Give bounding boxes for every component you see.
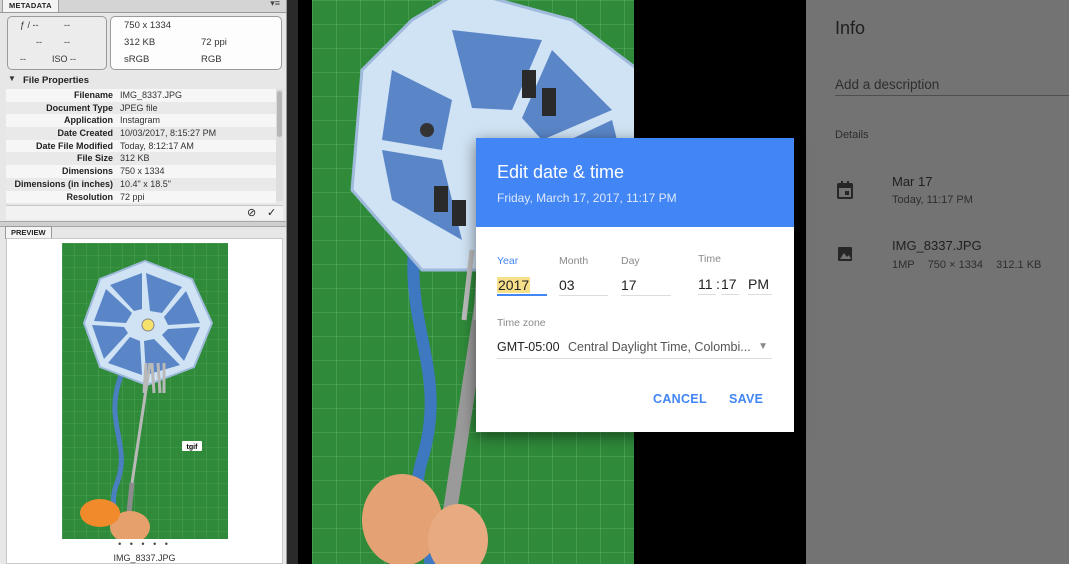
property-row: Filename IMG_8337.JPG (6, 89, 276, 102)
panel-menu-icon[interactable]: ▾≡ (270, 0, 280, 9)
edit-date-time-dialog: Edit date & time Friday, March 17, 2017,… (476, 138, 794, 432)
property-row: Application Instagram (6, 114, 276, 128)
property-value[interactable]: JPEG file (120, 102, 276, 115)
checkmark-icon[interactable]: ✓ (267, 206, 276, 220)
property-row: Date Created 10/03/2017, 8:15:27 PM (6, 127, 276, 140)
dialog-subtitle: Friday, March 17, 2017, 11:17 PM (497, 191, 677, 205)
property-value[interactable]: Instagram (120, 114, 276, 127)
time-separator: : (716, 276, 720, 292)
camera-settings-box: ƒ / -- -- -- -- -- ISO -- (7, 16, 107, 70)
image-info-box: 750 x 1334 312 KB 72 ppi sRGB RGB (110, 16, 282, 70)
property-key: Date File Modified (35, 140, 113, 151)
file-megapixels: 1MP (892, 259, 915, 271)
year-field[interactable]: 2017 (497, 274, 547, 296)
file-properties-list: Filename IMG_8337.JPG Document Type JPEG fi… (6, 89, 276, 204)
scrollbar-thumb[interactable] (277, 91, 282, 137)
image-color-space: sRGB (124, 54, 150, 65)
property-row: Resolution 72 ppi (6, 190, 276, 204)
shutter-value: -- (64, 20, 70, 30)
image-size: 312 KB (124, 37, 156, 48)
dialog-header: Edit date & time Friday, March 17, 2017,… (476, 138, 794, 227)
disclosure-triangle-icon[interactable]: ▼ (8, 74, 16, 83)
time-label: Time (698, 253, 721, 265)
hour-field[interactable]: 11 (698, 273, 716, 295)
property-value[interactable]: 10.4" x 18.5" (120, 178, 276, 191)
preview-thumbnail: tgif (62, 243, 228, 539)
metadata-tab[interactable]: METADATA (2, 0, 59, 12)
month-field[interactable]: 03 (559, 274, 608, 296)
calendar-icon (837, 181, 853, 199)
property-row: Document Type JPEG file (6, 101, 276, 115)
day-field[interactable]: 17 (621, 274, 671, 296)
property-value[interactable]: 312 KB (120, 152, 276, 165)
property-value[interactable]: 72 ppi (120, 191, 276, 204)
ampm-field[interactable]: PM (748, 273, 772, 295)
year-label: Year (497, 255, 519, 267)
dropdown-arrow-icon[interactable]: ▼ (758, 336, 768, 358)
preview-filename: IMG_8337.JPG (113, 553, 176, 563)
image-icon (838, 247, 852, 261)
timezone-select[interactable]: GMT-05:00 Central Daylight Time, Colombi… (497, 336, 772, 359)
image-resolution: 72 ppi (201, 37, 227, 48)
dialog-title: Edit date & time (497, 162, 625, 182)
property-value[interactable]: 750 x 1334 (120, 165, 276, 178)
property-row: File Size 312 KB (6, 152, 276, 166)
timezone-label: Time zone (497, 317, 546, 329)
property-key: Resolution (66, 191, 114, 202)
metadata-panel: METADATA ▾≡ ƒ / -- -- -- -- -- ISO -- 75… (0, 0, 287, 564)
file-size: 312.1 KB (996, 259, 1042, 271)
file-properties-title: File Properties (23, 75, 89, 86)
property-row: Dimensions (in inches) 10.4" x 18.5" (6, 177, 276, 191)
metadata-tab-bar: METADATA ▾≡ (0, 0, 286, 13)
minute-field[interactable]: 17 (721, 273, 739, 295)
property-key: Application (64, 115, 113, 126)
image-dimensions: 750 x 1334 (124, 20, 172, 31)
cancel-button[interactable]: CANCEL (653, 392, 707, 406)
property-value[interactable]: 10/03/2017, 8:15:27 PM (120, 127, 276, 140)
date-sub: Today, 11:17 PM (892, 194, 973, 206)
month-label: Month (559, 255, 589, 267)
details-label: Details (835, 129, 869, 141)
property-key: File Size (76, 153, 113, 164)
properties-toolbar: ⊘ ✓ (6, 205, 283, 220)
preview-area: tgif • • • • • IMG_8337.JPG (6, 238, 283, 564)
focal-value: -- (64, 37, 70, 47)
flash-value: -- (20, 54, 26, 64)
property-key: Filename (73, 90, 113, 100)
iso-value: ISO -- (52, 54, 76, 64)
description-input[interactable]: Add a description (835, 77, 1069, 96)
property-key: Dimensions (61, 166, 113, 177)
timezone-name: Central Daylight Time, Colombi... (568, 340, 751, 354)
exposure-value: -- (36, 37, 42, 47)
cancel-circle-icon[interactable]: ⊘ (247, 206, 256, 220)
property-key: Dimensions (in inches) (14, 178, 113, 189)
property-key: Date Created (57, 128, 113, 139)
property-key: Document Type (46, 102, 113, 113)
save-button[interactable]: SAVE (729, 392, 763, 406)
preview-pagination-dots[interactable]: • • • • • (7, 539, 282, 549)
property-row: Dimensions 750 x 1334 (6, 165, 276, 178)
property-row: Date File Modified Today, 8:12:17 AM (6, 139, 276, 153)
info-panel: Info Add a description Details Mar 17 To… (806, 0, 1069, 564)
timezone-offset: GMT-05:00 (497, 340, 560, 354)
property-value[interactable]: Today, 8:12:17 AM (120, 140, 276, 153)
year-value: 2017 (497, 277, 531, 293)
aperture-value: ƒ / -- (20, 20, 39, 30)
image-color-model: RGB (201, 54, 222, 65)
file-properties-header[interactable]: ▼ File Properties (6, 74, 281, 87)
preview-sticker: tgif (187, 444, 199, 451)
properties-scrollbar[interactable] (276, 89, 283, 201)
file-dimensions: 750 × 1334 (927, 259, 984, 271)
date-main[interactable]: Mar 17 (892, 174, 932, 189)
file-name: IMG_8337.JPG (892, 238, 982, 253)
file-meta: 1MP 750 × 1334 312.1 KB (892, 259, 1051, 271)
info-title: Info (835, 18, 866, 38)
property-value[interactable]: IMG_8337.JPG (120, 89, 276, 102)
day-label: Day (621, 255, 640, 267)
